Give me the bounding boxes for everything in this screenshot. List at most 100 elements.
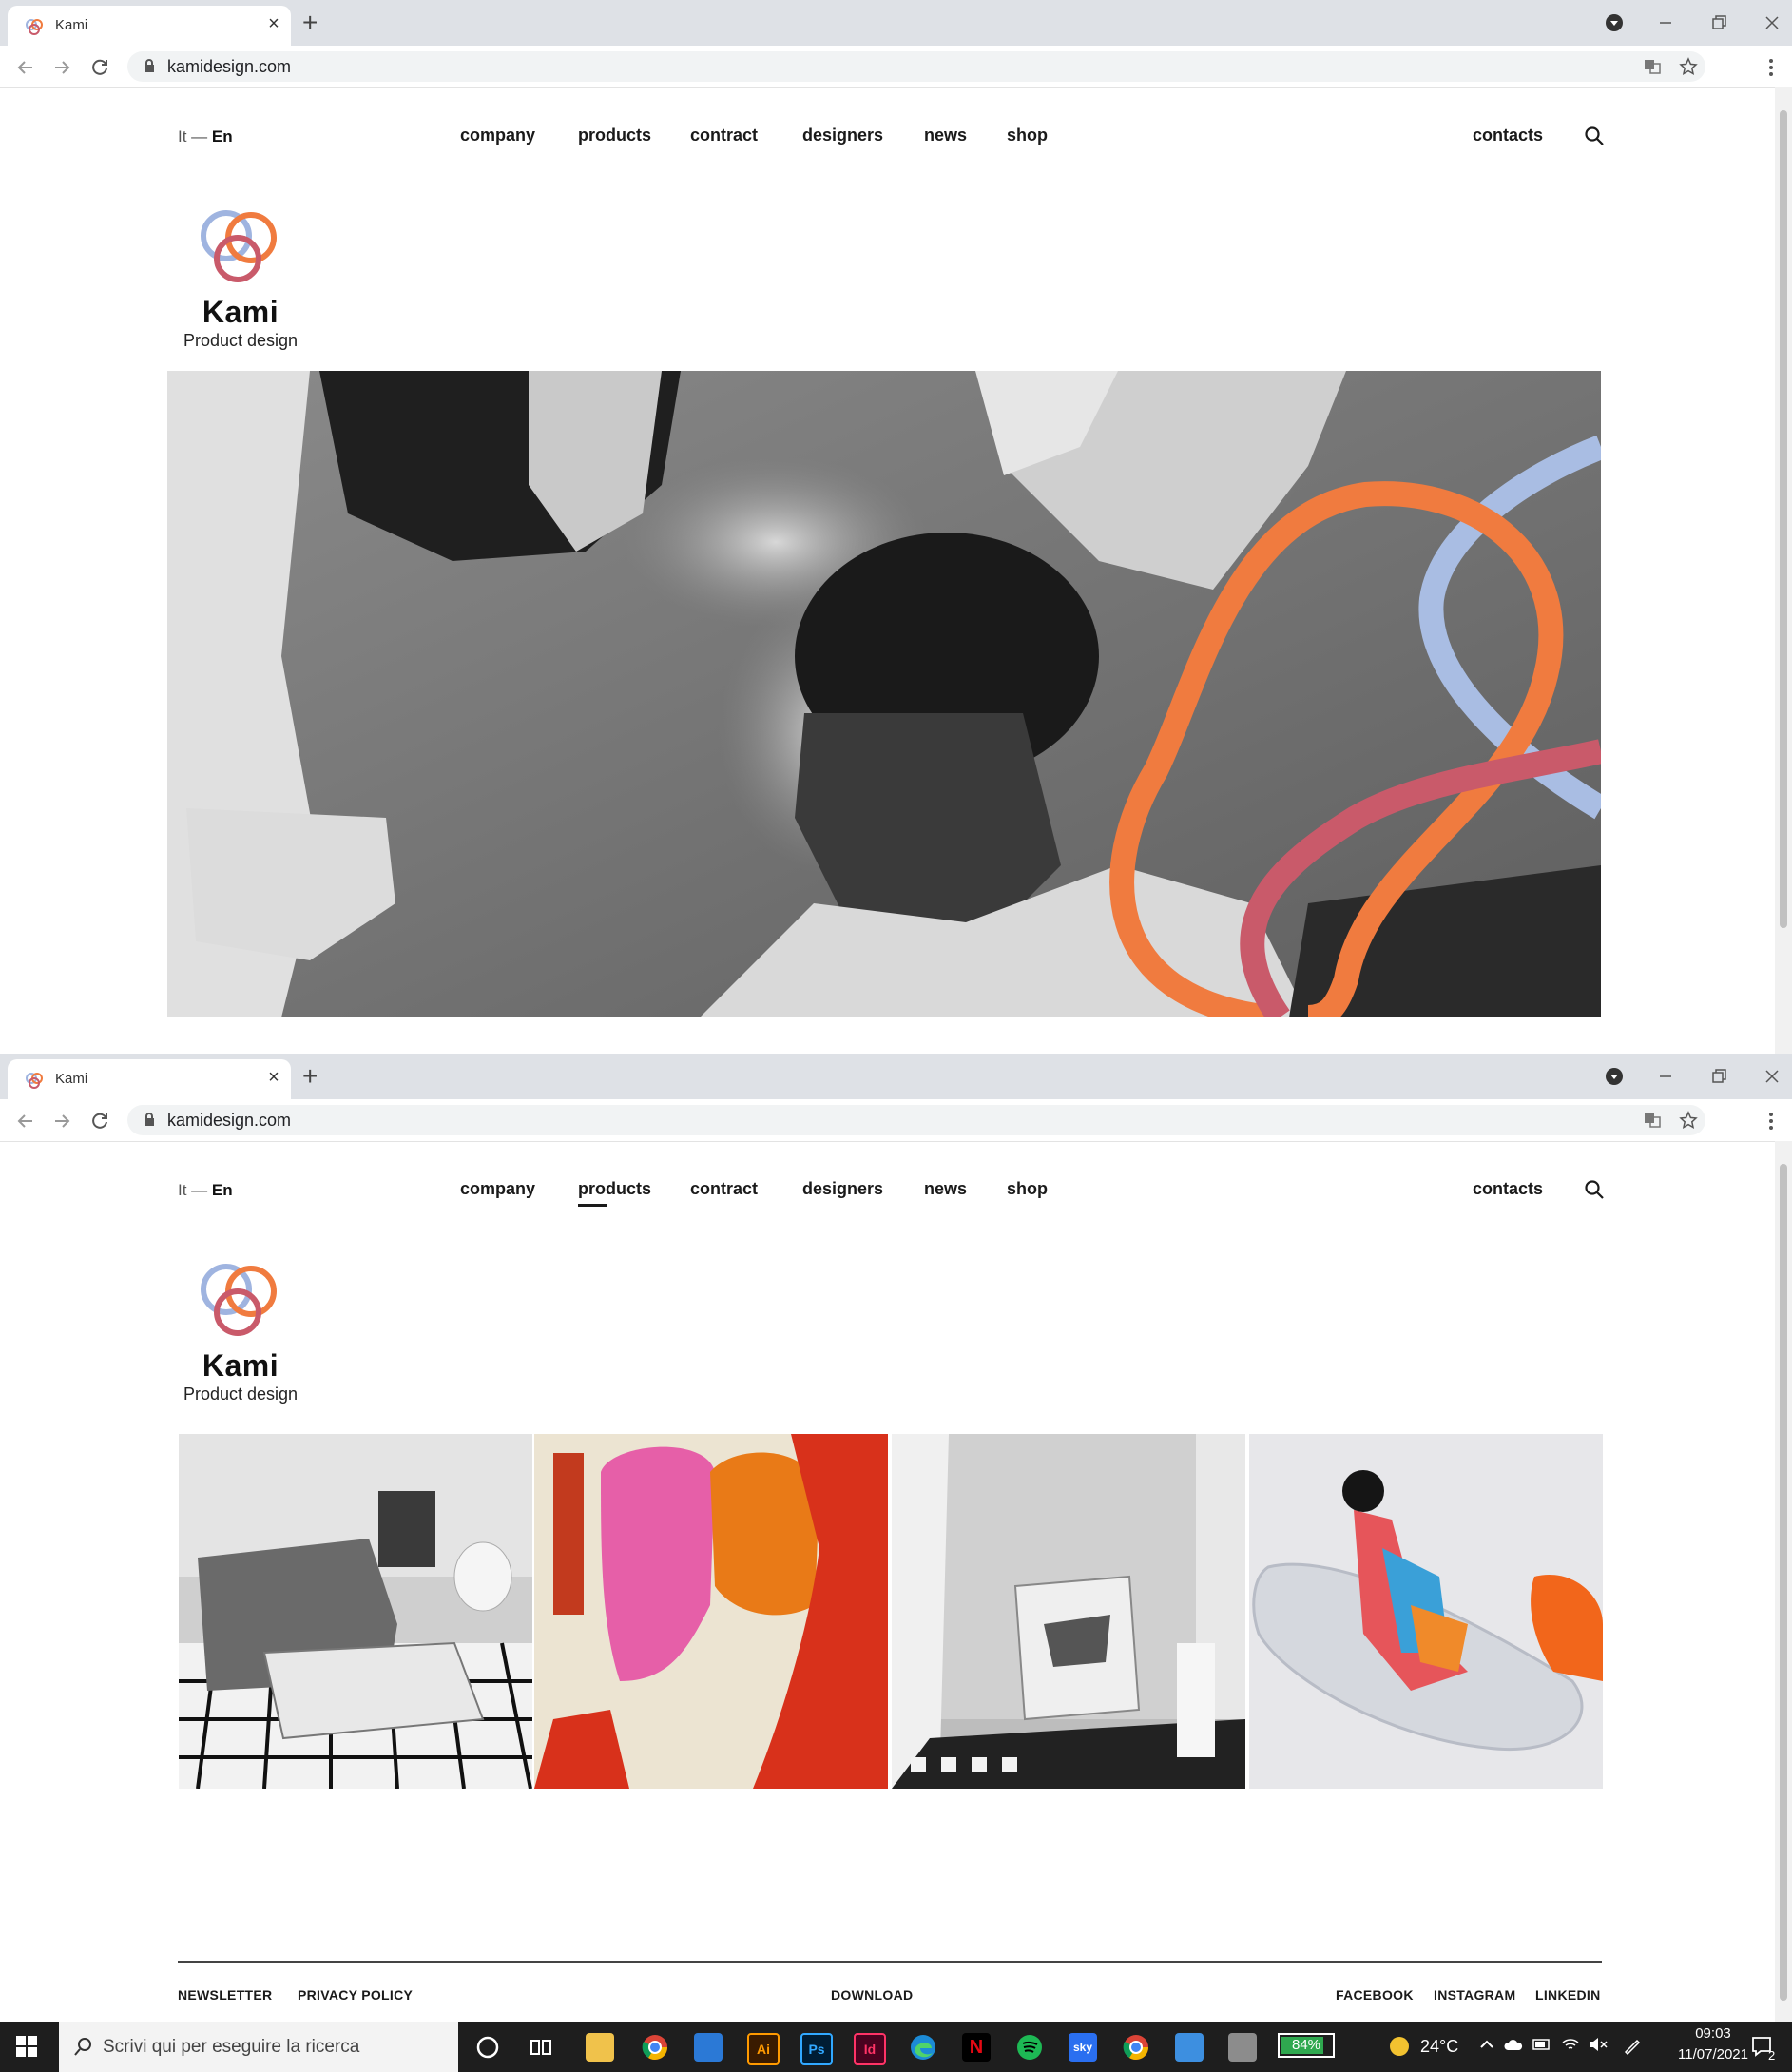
nav-products[interactable]: products bbox=[578, 126, 651, 145]
restore-icon[interactable] bbox=[1709, 13, 1728, 32]
taskbar-search-box[interactable]: Scrivi qui per eseguire la ricerca bbox=[59, 2022, 458, 2072]
indesign-icon[interactable]: Id bbox=[854, 2033, 886, 2065]
kami-logo-icon[interactable] bbox=[190, 1253, 289, 1345]
active-nav-underline bbox=[578, 1204, 607, 1207]
logo-tagline: Product design bbox=[183, 331, 299, 350]
footer-instagram-link[interactable]: INSTAGRAM bbox=[1434, 1987, 1515, 2003]
close-window-icon[interactable] bbox=[1763, 1067, 1782, 1086]
photoshop-icon[interactable]: Ps bbox=[800, 2033, 833, 2065]
windows-start-icon[interactable] bbox=[15, 2035, 38, 2058]
chrome-active-icon[interactable] bbox=[1122, 2033, 1150, 2062]
lang-en-link[interactable]: En bbox=[212, 127, 233, 145]
omnibox[interactable]: kamidesign.com bbox=[127, 51, 1705, 82]
screenshot-products: Kami × + kamidesign.com It — En company … bbox=[0, 1054, 1792, 2022]
footer-linkedin-link[interactable]: LINKEDIN bbox=[1535, 1987, 1601, 2003]
nav-contacts[interactable]: contacts bbox=[1473, 126, 1543, 145]
reload-icon[interactable] bbox=[89, 1111, 110, 1132]
profile-icon[interactable] bbox=[1605, 13, 1624, 32]
chrome-icon[interactable] bbox=[641, 2033, 669, 2062]
bookmark-star-icon[interactable] bbox=[1679, 57, 1698, 76]
restore-icon[interactable] bbox=[1709, 1067, 1728, 1086]
product-tile-painting[interactable] bbox=[534, 1434, 888, 1789]
photos-icon[interactable] bbox=[1175, 2033, 1204, 2062]
nav-contacts[interactable]: contacts bbox=[1473, 1179, 1543, 1199]
browser-menu-icon[interactable] bbox=[1766, 1111, 1776, 1132]
back-icon[interactable] bbox=[15, 57, 36, 78]
product-tile-sofa[interactable] bbox=[179, 1434, 532, 1789]
tab-title: Kami bbox=[55, 1071, 88, 1087]
page-scrollbar[interactable] bbox=[1775, 1141, 1792, 2022]
nav-shop[interactable]: shop bbox=[1007, 126, 1048, 145]
product-tile-chair[interactable] bbox=[892, 1434, 1245, 1789]
close-tab-icon[interactable]: × bbox=[262, 13, 285, 35]
tab-strip: Kami × + bbox=[0, 0, 1792, 46]
footer-download-link[interactable]: DOWNLOAD bbox=[831, 1987, 913, 2003]
browser-tab[interactable]: Kami × bbox=[8, 6, 291, 46]
scrollbar-thumb[interactable] bbox=[1780, 1164, 1787, 2001]
footer-facebook-link[interactable]: FACEBOOK bbox=[1336, 1987, 1414, 2003]
translate-icon[interactable] bbox=[1643, 57, 1662, 76]
sky-icon[interactable]: sky bbox=[1069, 2033, 1097, 2062]
weather-sun-icon[interactable] bbox=[1388, 2035, 1411, 2058]
lang-en-link[interactable]: En bbox=[212, 1181, 233, 1199]
bookmark-star-icon[interactable] bbox=[1679, 1111, 1698, 1130]
nav-company[interactable]: company bbox=[460, 126, 535, 145]
nav-news[interactable]: news bbox=[924, 1179, 967, 1199]
illustrator-icon[interactable]: Ai bbox=[747, 2033, 780, 2065]
nav-contract[interactable]: contract bbox=[690, 1179, 758, 1199]
volume-muted-icon[interactable] bbox=[1588, 2035, 1609, 2054]
browser-menu-icon[interactable] bbox=[1766, 57, 1776, 78]
wifi-icon[interactable] bbox=[1561, 2035, 1580, 2054]
cortana-icon[interactable] bbox=[475, 2035, 500, 2060]
minimize-icon[interactable] bbox=[1656, 1067, 1675, 1086]
close-window-icon[interactable] bbox=[1763, 13, 1782, 32]
omnibox[interactable]: kamidesign.com bbox=[127, 1105, 1705, 1135]
weather-temperature[interactable]: 24°C bbox=[1420, 2037, 1458, 2057]
nav-designers[interactable]: designers bbox=[802, 126, 883, 145]
edge-icon[interactable] bbox=[909, 2033, 937, 2062]
url-text: kamidesign.com bbox=[167, 1111, 292, 1130]
browser-tab[interactable]: Kami × bbox=[8, 1059, 291, 1099]
sofa-photo bbox=[179, 1434, 532, 1789]
language-switcher: It — En bbox=[178, 127, 233, 146]
mail-icon[interactable] bbox=[694, 2033, 723, 2062]
nav-contract[interactable]: contract bbox=[690, 126, 758, 145]
product-tile-inflatable[interactable] bbox=[1249, 1434, 1603, 1789]
onedrive-cloud-icon[interactable] bbox=[1504, 2037, 1523, 2052]
chevron-up-icon[interactable] bbox=[1479, 2037, 1494, 2052]
tab-title: Kami bbox=[55, 17, 88, 33]
nav-shop[interactable]: shop bbox=[1007, 1179, 1048, 1199]
forward-icon[interactable] bbox=[51, 1111, 72, 1132]
file-explorer-icon[interactable] bbox=[586, 2033, 614, 2062]
scrollbar-thumb[interactable] bbox=[1780, 110, 1787, 928]
battery-tray-icon[interactable] bbox=[1532, 2037, 1551, 2052]
clock-time[interactable]: 09:03 bbox=[1675, 2025, 1751, 2042]
close-tab-icon[interactable]: × bbox=[262, 1067, 285, 1089]
forward-icon[interactable] bbox=[51, 57, 72, 78]
nav-designers[interactable]: designers bbox=[802, 1179, 883, 1199]
tab-strip: Kami × + bbox=[0, 1054, 1792, 1099]
page-scrollbar[interactable] bbox=[1775, 87, 1792, 1054]
translate-icon[interactable] bbox=[1643, 1111, 1662, 1130]
new-tab-button[interactable]: + bbox=[302, 1059, 318, 1094]
kami-logo-icon[interactable] bbox=[190, 200, 289, 291]
nav-news[interactable]: news bbox=[924, 126, 967, 145]
nav-products[interactable]: products bbox=[578, 1179, 651, 1199]
footer-newsletter-link[interactable]: NEWSLETTER bbox=[178, 1987, 272, 2003]
footer-privacy-link[interactable]: PRIVACY POLICY bbox=[298, 1987, 413, 2003]
chair-photo bbox=[892, 1434, 1245, 1789]
pen-ink-icon[interactable] bbox=[1622, 2035, 1643, 2056]
netflix-icon[interactable]: N bbox=[962, 2033, 991, 2062]
profile-icon[interactable] bbox=[1605, 1067, 1624, 1086]
printer-icon[interactable] bbox=[1228, 2033, 1257, 2062]
task-view-icon[interactable] bbox=[529, 2035, 553, 2060]
new-tab-button[interactable]: + bbox=[302, 6, 318, 40]
battery-indicator[interactable]: 84% bbox=[1278, 2033, 1335, 2058]
search-icon[interactable] bbox=[1584, 1179, 1605, 1200]
minimize-icon[interactable] bbox=[1656, 13, 1675, 32]
reload-icon[interactable] bbox=[89, 57, 110, 78]
spotify-icon[interactable] bbox=[1015, 2033, 1044, 2062]
search-icon[interactable] bbox=[1584, 126, 1605, 146]
back-icon[interactable] bbox=[15, 1111, 36, 1132]
nav-company[interactable]: company bbox=[460, 1179, 535, 1199]
